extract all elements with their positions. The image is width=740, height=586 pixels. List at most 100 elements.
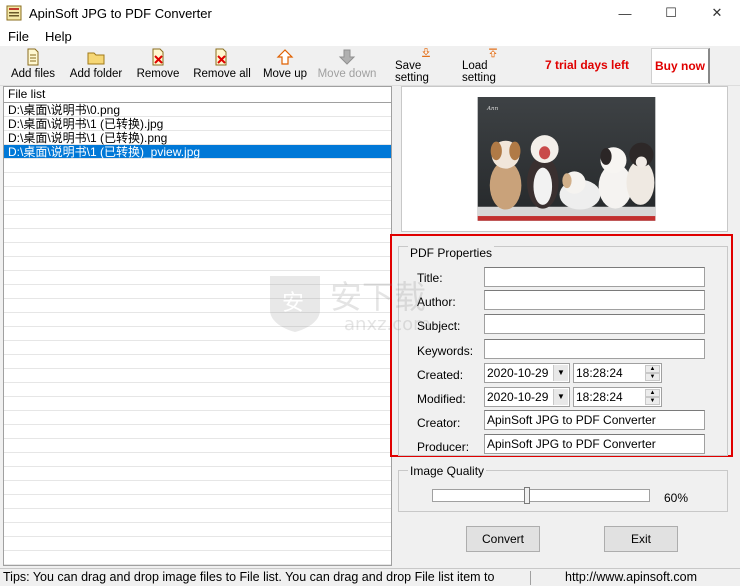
file-list-empty-row xyxy=(4,453,391,467)
save-setting-label: Save setting xyxy=(395,60,429,84)
chevron-down-icon[interactable]: ▼ xyxy=(553,365,568,381)
folder-icon xyxy=(87,52,105,65)
add-files-icon xyxy=(27,48,39,66)
file-list-empty-row xyxy=(4,187,391,201)
remove-all-icon xyxy=(215,48,227,66)
author-label: Author: xyxy=(417,295,456,309)
file-list-empty-row xyxy=(4,425,391,439)
file-list-empty-row xyxy=(4,299,391,313)
file-list-empty-row xyxy=(4,467,391,481)
keywords-field[interactable] xyxy=(484,339,705,359)
file-list-empty-row xyxy=(4,523,391,537)
pdf-properties-legend: PDF Properties xyxy=(408,246,495,260)
menu-help[interactable]: Help xyxy=(37,29,80,44)
arrow-up-icon xyxy=(276,49,294,65)
file-list-empty-row xyxy=(4,285,391,299)
status-tips: Tips: You can drag and drop image files … xyxy=(3,570,495,584)
title-label: Title: xyxy=(417,271,443,285)
file-list-empty-row xyxy=(4,201,391,215)
producer-label: Producer: xyxy=(417,440,470,454)
spin-up-icon[interactable]: ▲ xyxy=(645,389,660,397)
status-divider xyxy=(530,571,531,585)
app-icon xyxy=(6,5,22,21)
title-field[interactable] xyxy=(484,267,705,287)
file-list-empty-row xyxy=(4,173,391,187)
creator-label: Creator: xyxy=(417,416,461,430)
modified-date-picker[interactable]: 2020-10-29 ▼ xyxy=(484,387,570,407)
file-list-empty-row xyxy=(4,243,391,257)
file-list-empty-row xyxy=(4,271,391,285)
image-quality-legend: Image Quality xyxy=(408,464,487,478)
file-list-empty-row xyxy=(4,411,391,425)
arrow-down-icon xyxy=(338,49,356,65)
file-list-empty-row xyxy=(4,257,391,271)
subject-field[interactable] xyxy=(484,314,705,334)
file-list-empty-row xyxy=(4,327,391,341)
exit-button[interactable]: Exit xyxy=(604,526,678,552)
move-up-label: Move up xyxy=(262,68,308,80)
puppies-photo: Ann xyxy=(477,97,656,221)
created-date-value: 2020-10-29 xyxy=(487,366,549,380)
trial-days-text: 7 trial days left xyxy=(545,58,630,72)
add-folder-button[interactable]: Add folder xyxy=(69,48,123,84)
menu-file[interactable]: File xyxy=(0,29,37,44)
created-time-value: 18:28:24 xyxy=(576,366,623,380)
file-list-item[interactable]: D:\桌面\说明书\1 (已转换).jpg xyxy=(4,117,391,131)
maximize-button[interactable]: ☐ xyxy=(648,0,694,26)
load-setting-label: Load setting xyxy=(462,60,496,84)
author-field[interactable] xyxy=(484,290,705,310)
remove-button[interactable]: Remove xyxy=(136,48,180,84)
file-list-empty-row xyxy=(4,397,391,411)
modified-time-value: 18:28:24 xyxy=(576,390,623,404)
quality-slider-track[interactable] xyxy=(432,489,650,502)
image-preview: Ann xyxy=(401,86,728,232)
file-list-empty-row xyxy=(4,509,391,523)
modified-label: Modified: xyxy=(417,392,466,406)
load-setting-icon xyxy=(489,48,497,58)
modified-time-spinner[interactable]: ▲ ▼ xyxy=(645,389,660,405)
remove-all-label: Remove all xyxy=(193,68,251,80)
created-time-field[interactable]: 18:28:24 ▲ ▼ xyxy=(573,363,662,383)
file-list-empty-row xyxy=(4,313,391,327)
file-list-empty-row xyxy=(4,481,391,495)
file-list[interactable]: File list D:\桌面\说明书\0.png D:\桌面\说明书\1 (已… xyxy=(3,86,392,566)
file-list-item[interactable]: D:\桌面\说明书\1 (已转换).png xyxy=(4,131,391,145)
buy-now-button[interactable]: Buy now xyxy=(651,48,710,84)
status-url[interactable]: http://www.apinsoft.com xyxy=(565,569,697,586)
created-date-picker[interactable]: 2020-10-29 ▼ xyxy=(484,363,570,383)
file-list-empty-row xyxy=(4,355,391,369)
load-setting-button[interactable]: Load setting xyxy=(462,48,524,84)
status-bar: Tips: You can drag and drop image files … xyxy=(0,568,740,586)
spin-up-icon[interactable]: ▲ xyxy=(645,365,660,373)
file-list-empty-row xyxy=(4,565,391,566)
file-list-empty-row xyxy=(4,495,391,509)
remove-label: Remove xyxy=(136,68,180,80)
chevron-down-icon[interactable]: ▼ xyxy=(553,389,568,405)
producer-field[interactable]: ApinSoft JPG to PDF Converter xyxy=(484,434,705,454)
convert-button[interactable]: Convert xyxy=(466,526,540,552)
move-up-button[interactable]: Move up xyxy=(262,48,308,84)
file-list-empty-row xyxy=(4,439,391,453)
close-button[interactable]: ✕ xyxy=(694,0,740,26)
file-list-empty-row xyxy=(4,383,391,397)
move-down-label: Move down xyxy=(317,68,377,80)
created-label: Created: xyxy=(417,368,464,382)
remove-all-button[interactable]: Remove all xyxy=(193,48,251,84)
file-list-empty-row xyxy=(4,369,391,383)
file-list-item-selected[interactable]: D:\桌面\说明书\1 (已转换)_pview.jpg xyxy=(4,145,391,159)
minimize-button[interactable]: — xyxy=(602,0,648,26)
add-files-label: Add files xyxy=(10,68,56,80)
modified-time-field[interactable]: 18:28:24 ▲ ▼ xyxy=(573,387,662,407)
quality-slider-thumb[interactable] xyxy=(523,487,530,504)
subject-label: Subject: xyxy=(417,319,461,333)
creator-field[interactable]: ApinSoft JPG to PDF Converter xyxy=(484,410,705,430)
spin-down-icon[interactable]: ▼ xyxy=(645,373,660,381)
file-list-empty-row xyxy=(4,537,391,551)
spin-down-icon[interactable]: ▼ xyxy=(645,397,660,405)
file-list-header[interactable]: File list xyxy=(4,87,391,103)
created-time-spinner[interactable]: ▲ ▼ xyxy=(645,365,660,381)
save-setting-button[interactable]: Save setting xyxy=(395,48,457,84)
add-files-button[interactable]: Add files xyxy=(10,48,56,84)
file-list-item[interactable]: D:\桌面\说明书\0.png xyxy=(4,103,391,117)
move-down-button[interactable]: Move down xyxy=(317,48,377,84)
